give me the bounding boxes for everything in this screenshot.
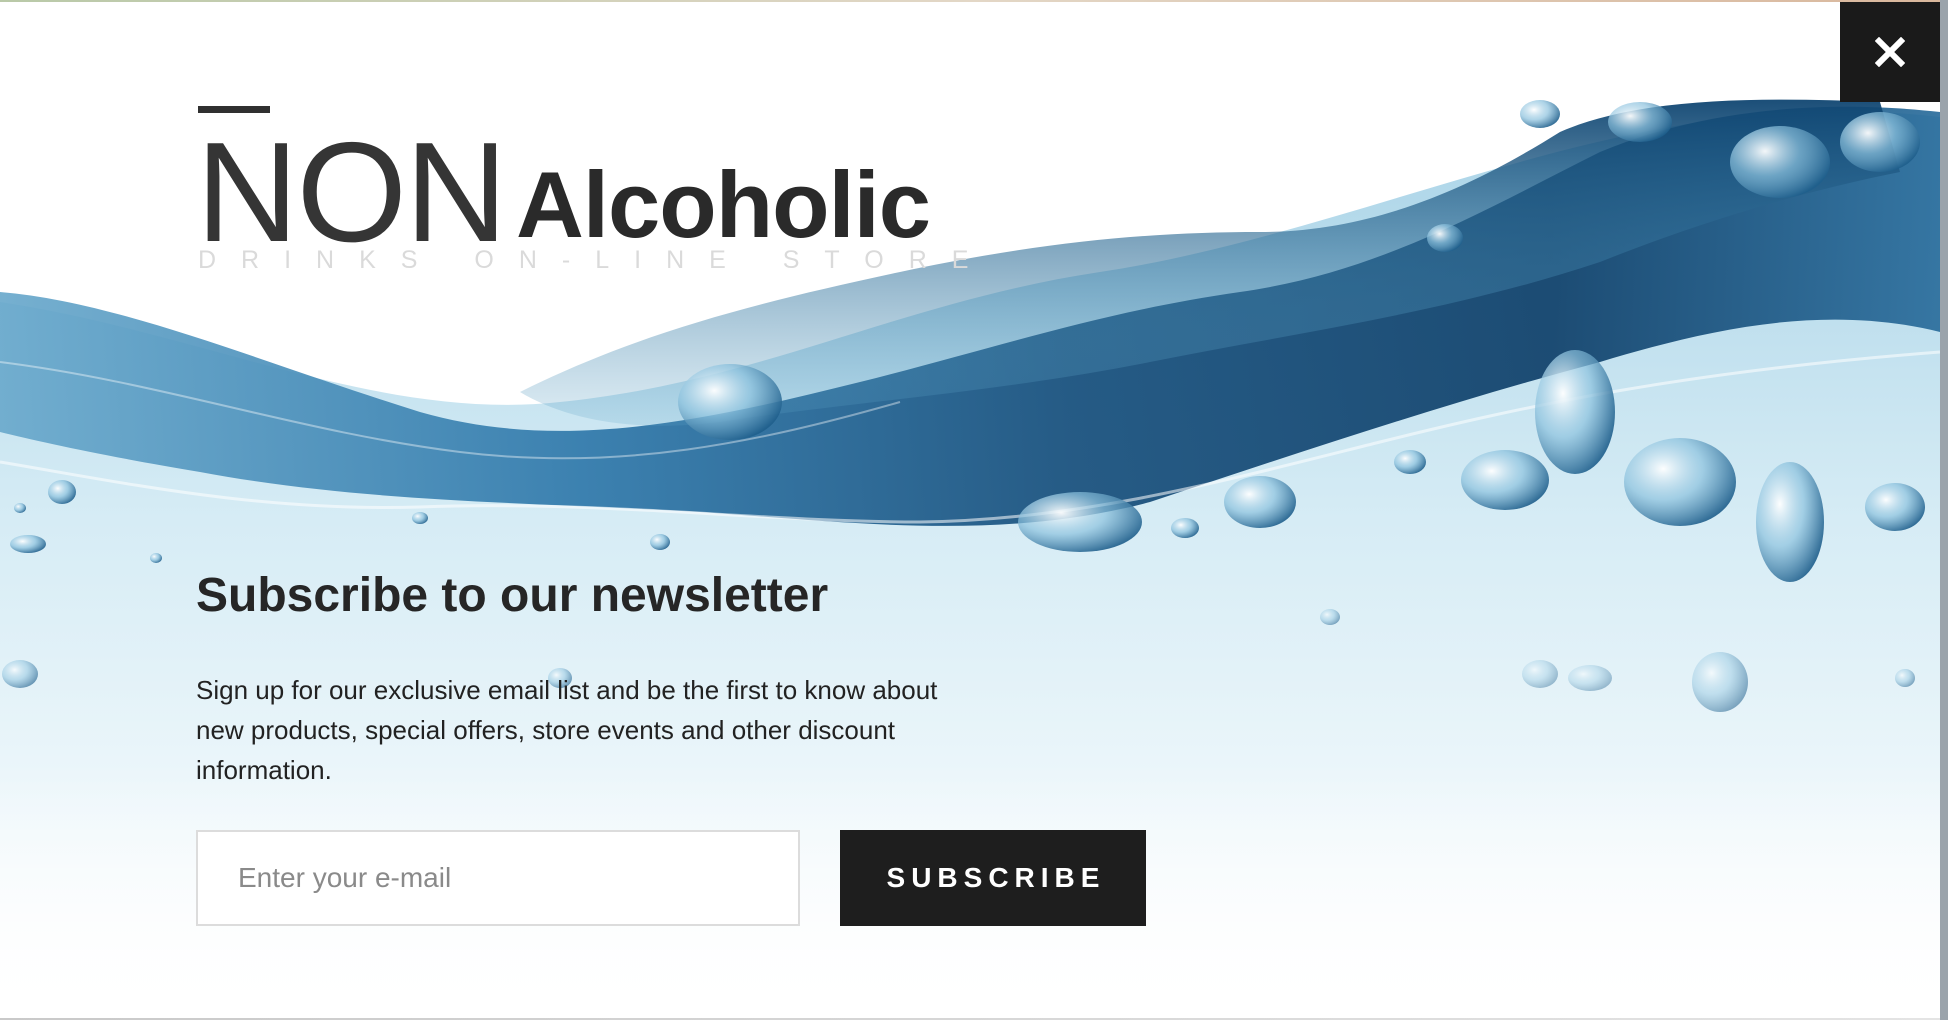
newsletter-popup: NON Alcoholic DRINKS ON-LINE STORE Subsc… — [0, 2, 1940, 1018]
email-field[interactable] — [196, 830, 800, 926]
page-scrollbar-edge[interactable] — [1940, 0, 1948, 1020]
brand-logo[interactable]: NON Alcoholic DRINKS ON-LINE STORE — [196, 102, 968, 282]
logo-overline — [198, 106, 270, 113]
close-button[interactable] — [1840, 2, 1940, 102]
logo-main-text: NON — [196, 113, 508, 272]
newsletter-description: Sign up for our exclusive email list and… — [196, 675, 938, 785]
subscribe-button[interactable]: SUBSCRIBE — [840, 830, 1146, 926]
newsletter-headline: Subscribe to our newsletter — [196, 569, 829, 622]
logo-tagline: DRINKS ON-LINE STORE — [198, 246, 994, 274]
logo-secondary-text: Alcoholic — [516, 152, 931, 257]
close-icon — [1875, 37, 1905, 67]
